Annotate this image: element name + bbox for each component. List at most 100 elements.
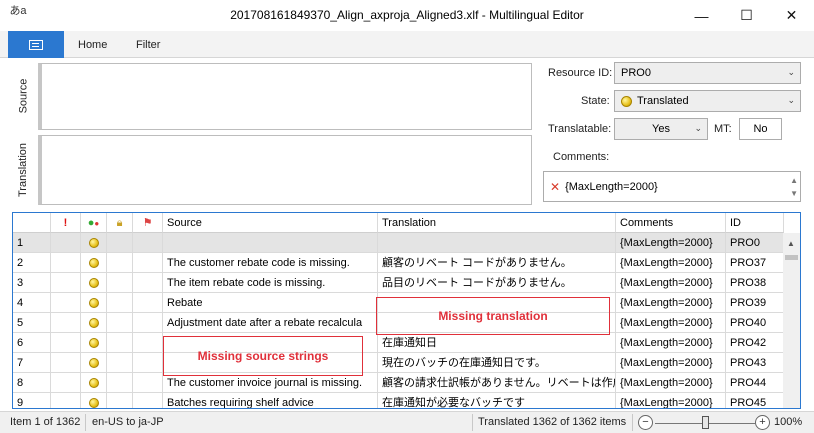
chevron-down-icon: ⌄ (694, 123, 702, 133)
minimize-button[interactable]: — (679, 0, 724, 31)
header-id[interactable]: ID (726, 213, 784, 233)
row-number: 3 (13, 273, 51, 293)
row-lock-cell (107, 273, 133, 293)
row-comments-cell: {MaxLength=2000} (616, 373, 726, 393)
row-alert-cell (51, 293, 81, 313)
header-translation[interactable]: Translation (378, 213, 616, 233)
row-comments-cell: {MaxLength=2000} (616, 253, 726, 273)
table-row[interactable]: 1 {MaxLength=2000} PRO0 (13, 233, 784, 253)
header-source[interactable]: Source (163, 213, 378, 233)
row-flag-cell (133, 333, 163, 353)
row-translation-cell: 在庫通知日 (378, 333, 616, 353)
source-textbox[interactable] (38, 63, 532, 130)
row-translation-cell: 現在のバッチの在庫通知日です。 (378, 353, 616, 373)
grid-header-row: ! ●● 🔒︎ ⚑ Source Translation Comments ID (13, 213, 784, 233)
lock-icon[interactable]: 🔒︎ (107, 213, 133, 233)
scroll-thumb[interactable] (785, 255, 798, 260)
row-flag-cell (133, 253, 163, 273)
row-comments-cell: {MaxLength=2000} (616, 353, 726, 373)
row-state-cell (81, 333, 107, 353)
row-id-cell: PRO42 (726, 333, 784, 353)
translated-state-icon (88, 358, 99, 369)
row-lock-cell (107, 313, 133, 333)
tab-home[interactable]: Home (78, 39, 107, 51)
translation-label: Translation (17, 142, 30, 198)
flag-icon[interactable]: ⚑ (133, 213, 163, 233)
zoom-out-button[interactable]: − (638, 415, 653, 430)
row-id-cell: PRO44 (726, 373, 784, 393)
status-divider (472, 414, 473, 431)
row-alert-cell (51, 333, 81, 353)
translated-state-icon (88, 378, 99, 389)
state-dropdown[interactable]: Translated ⌄ (614, 90, 801, 112)
tab-filter[interactable]: Filter (136, 39, 160, 51)
row-alert-cell (51, 233, 81, 253)
row-translation-cell: 品目のリベート コードがありません。 (378, 273, 616, 293)
row-source-cell: The customer rebate code is missing. (163, 253, 378, 273)
row-source-cell: Rebate (163, 293, 378, 313)
state-label: State: (581, 95, 610, 107)
row-state-cell (81, 253, 107, 273)
translated-state-icon (88, 318, 99, 329)
table-row[interactable]: 6 在庫通知日 {MaxLength=2000} PRO42 (13, 333, 784, 353)
close-button[interactable]: ✕ (769, 0, 814, 31)
comments-value: {MaxLength=2000} (565, 180, 658, 193)
row-number: 7 (13, 353, 51, 373)
row-flag-cell (133, 313, 163, 333)
row-id-cell: PRO43 (726, 353, 784, 373)
row-id-cell: PRO45 (726, 393, 784, 408)
row-state-cell (81, 353, 107, 373)
translatable-label: Translatable: (548, 123, 612, 135)
row-lock-cell (107, 293, 133, 313)
row-translation-cell: 在庫通知が必要なバッチです (378, 393, 616, 408)
alert-icon[interactable]: ! (51, 213, 81, 233)
row-id-cell: PRO38 (726, 273, 784, 293)
scroll-up-icon[interactable]: ▲ (787, 239, 795, 248)
comments-field[interactable]: ✕ {MaxLength=2000} ▲ ▼ (543, 171, 801, 202)
translation-textbox[interactable] (38, 135, 532, 205)
row-number: 4 (13, 293, 51, 313)
row-alert-cell (51, 313, 81, 333)
translatable-dropdown[interactable]: Yes ⌄ (614, 118, 708, 140)
table-row[interactable]: 3 The item rebate code is missing. 品目のリベート… (13, 273, 784, 293)
table-row[interactable]: 2 The customer rebate code is missing. 顧客の… (13, 253, 784, 273)
error-x-icon: ✕ (550, 179, 561, 194)
translated-state-icon (88, 238, 99, 249)
language-pair: en-US to ja-JP (92, 416, 164, 428)
row-flag-cell (133, 393, 163, 408)
item-position: Item 1 of 1362 (10, 416, 81, 428)
row-state-cell (81, 293, 107, 313)
mt-field[interactable]: No (739, 118, 782, 140)
comments-scroll-icon[interactable]: ▲ ▼ (790, 174, 798, 200)
row-comments-cell: {MaxLength=2000} (616, 333, 726, 353)
row-flag-cell (133, 293, 163, 313)
table-row[interactable]: 7 現在のバッチの在庫通知日です。 {MaxLength=2000} PRO43 (13, 353, 784, 373)
resource-id-dropdown[interactable]: PRO0 ⌄ (614, 62, 801, 84)
file-menu-button[interactable] (8, 31, 64, 58)
chevron-down-icon: ⌄ (787, 95, 795, 105)
translated-state-icon (88, 338, 99, 349)
ribbon (0, 31, 814, 58)
title-bar: あa 201708161849370_Align_axproja_Aligned… (0, 0, 814, 31)
table-row[interactable]: 8 The customer invoice journal is missing… (13, 373, 784, 393)
header-comments[interactable]: Comments (616, 213, 726, 233)
zoom-slider-thumb[interactable] (702, 416, 709, 429)
zoom-in-button[interactable]: + (755, 415, 770, 430)
state-icon[interactable]: ●● (81, 213, 107, 233)
row-translation-cell (378, 233, 616, 253)
header-number[interactable] (13, 213, 51, 233)
file-menu-icon (29, 39, 43, 50)
maximize-button[interactable]: ☐ (724, 0, 769, 31)
row-state-cell (81, 233, 107, 253)
status-divider (85, 414, 86, 431)
resource-id-value: PRO0 (621, 67, 651, 79)
row-alert-cell (51, 273, 81, 293)
row-alert-cell (51, 393, 81, 408)
table-row[interactable]: 9 Batches requiring shelf advice 在庫通知が必要なバ… (13, 393, 784, 408)
grid-scrollbar[interactable]: ▲ (783, 233, 800, 408)
translated-state-icon (88, 398, 99, 408)
source-label: Source (17, 78, 30, 114)
row-id-cell: PRO39 (726, 293, 784, 313)
translated-state-icon (88, 298, 99, 309)
annotation-missing-translation: Missing translation (376, 297, 610, 335)
